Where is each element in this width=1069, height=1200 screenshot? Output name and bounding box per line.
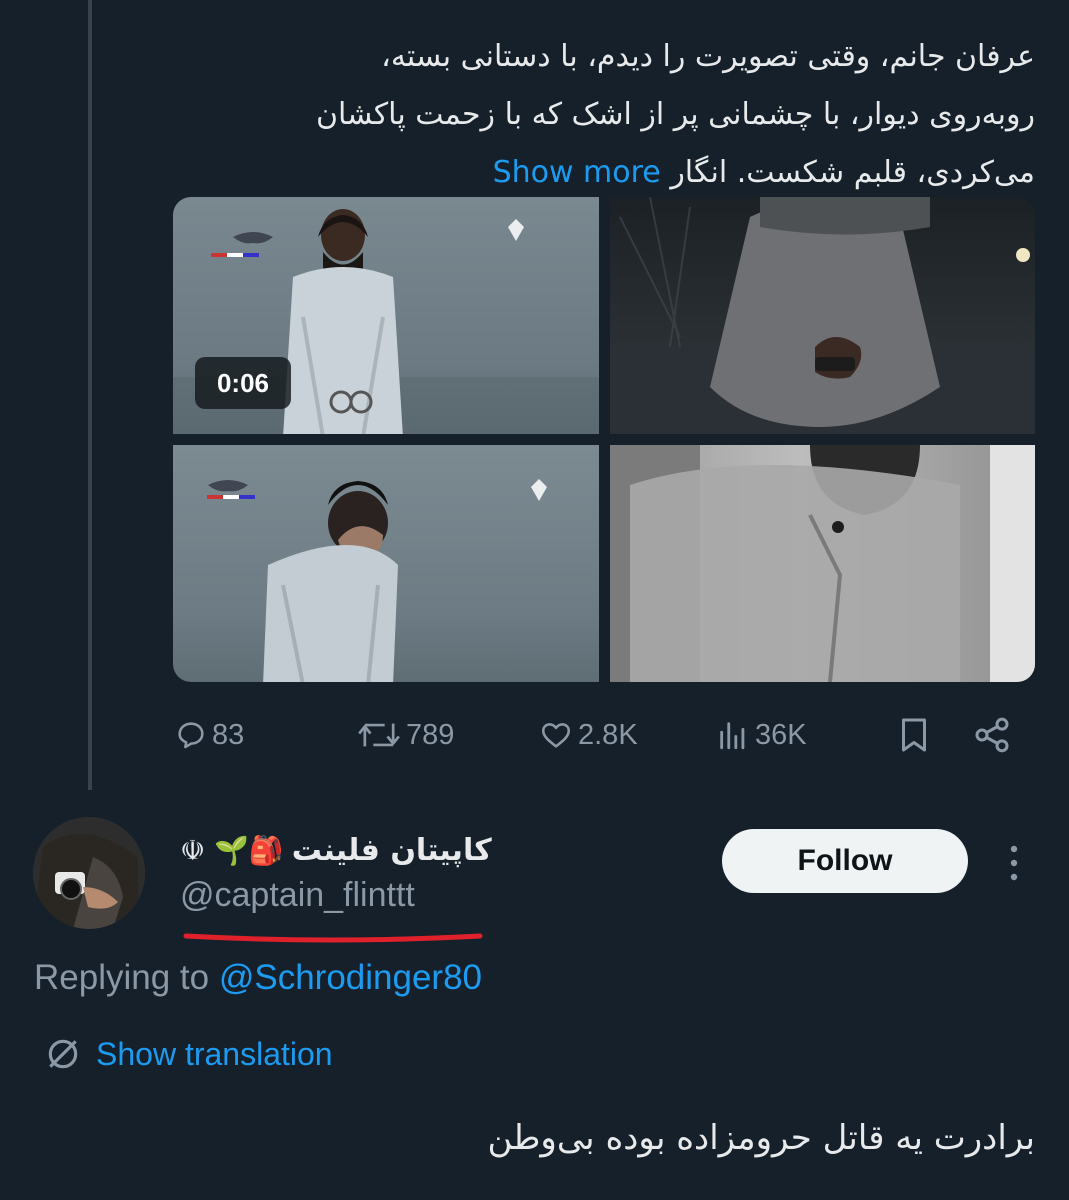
tweet-action-bar: 83 789 2.8K 36K	[172, 710, 1032, 760]
avatar-image	[33, 817, 145, 929]
replying-to-line: Replying to @Schrodinger80	[34, 958, 482, 998]
replying-to-mention[interactable]: @Schrodinger80	[219, 958, 482, 997]
reply-text: برادرت یه قاتل حرومزاده بوده بی‌وطن	[487, 1118, 1035, 1158]
media-photo-man-crying[interactable]	[173, 445, 599, 682]
media-photo-gray-shirt[interactable]	[610, 445, 1035, 682]
bookmark-icon	[902, 718, 926, 752]
display-name[interactable]: کاپیتان فلینت	[292, 833, 492, 868]
follow-button[interactable]: Follow	[722, 829, 968, 893]
bar-chart-icon	[720, 722, 745, 750]
comment-icon	[178, 722, 204, 749]
share-action[interactable]	[972, 710, 1012, 760]
retweet-action[interactable]: 789	[356, 710, 454, 760]
views-count: 36K	[755, 718, 807, 751]
heart-icon	[541, 723, 571, 748]
media-photo-night[interactable]	[610, 197, 1035, 434]
video-duration-badge: 0:06	[195, 357, 291, 409]
red-underline-annotation	[183, 933, 483, 943]
views-action[interactable]: 36K	[715, 710, 807, 760]
retweet-icon	[358, 723, 400, 747]
share-icon	[975, 717, 1009, 753]
profile-emojis: ☫ 🌱🎒	[180, 833, 284, 867]
show-translation-link[interactable]: Show translation	[44, 1032, 333, 1076]
like-count: 2.8K	[578, 718, 638, 751]
globe-icon	[48, 1039, 78, 1069]
vertical-dots-icon[interactable]	[1004, 841, 1024, 885]
photo-bearded-man-bw	[610, 445, 1035, 682]
thread-connector-line	[88, 0, 92, 790]
retweet-count: 789	[406, 718, 455, 751]
tweet-body: عرفان جانم، وقتی تصویرت را دیدم، با دستا…	[315, 39, 1035, 190]
reply-author-row[interactable]: ☫ 🌱🎒 کاپیتان فلینت	[180, 828, 492, 872]
media-video-thumbnail[interactable]: 0:06	[173, 197, 599, 434]
bookmark-action[interactable]	[896, 710, 932, 760]
show-more-link[interactable]: Show more	[493, 155, 661, 190]
avatar[interactable]	[33, 817, 145, 929]
like-action[interactable]: 2.8K	[538, 710, 638, 760]
user-handle[interactable]: @captain_flinttt	[180, 876, 415, 915]
replying-prefix: Replying to	[34, 958, 219, 997]
reply-count: 83	[212, 718, 245, 751]
tweet-media-grid[interactable]: 0:06	[173, 197, 1035, 682]
tweet-text: عرفان جانم، وقتی تصویرت را دیدم، با دستا…	[300, 28, 1035, 202]
photo-man-covering-face	[207, 479, 547, 682]
show-translation-label[interactable]: Show translation	[96, 1036, 333, 1073]
reply-action[interactable]: 83	[174, 710, 244, 760]
photo-night-scene	[610, 197, 1035, 434]
